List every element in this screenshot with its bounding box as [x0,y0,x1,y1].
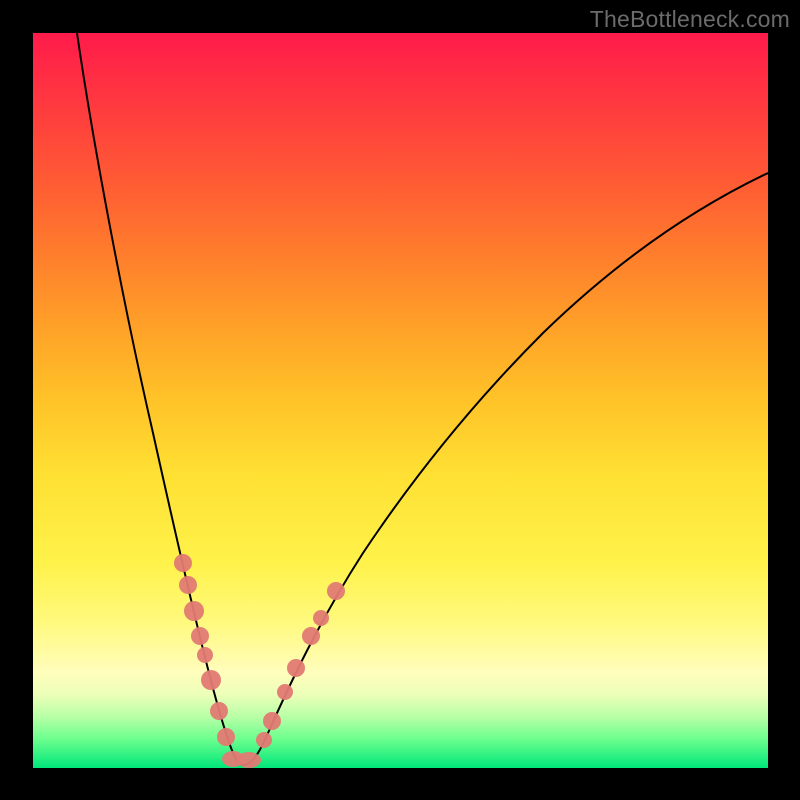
left-curve [77,33,243,765]
marker-dot [277,684,293,700]
marker-dot [210,702,228,720]
marker-trough [237,752,261,768]
marker-dot [201,670,221,690]
marker-dot [174,554,192,572]
marker-dot [313,610,329,626]
marker-dot [197,647,213,663]
chart-frame: TheBottleneck.com [0,0,800,800]
marker-dot [191,627,209,645]
marker-dot [287,659,305,677]
watermark-text: TheBottleneck.com [590,6,790,33]
marker-dot [327,582,345,600]
marker-dot [184,601,204,621]
marker-dot [179,576,197,594]
curves-svg [33,33,768,768]
marker-dot [302,627,320,645]
right-curve [243,173,768,765]
plot-area [33,33,768,768]
marker-dot [217,728,235,746]
marker-dot [256,732,272,748]
marker-dot [263,712,281,730]
